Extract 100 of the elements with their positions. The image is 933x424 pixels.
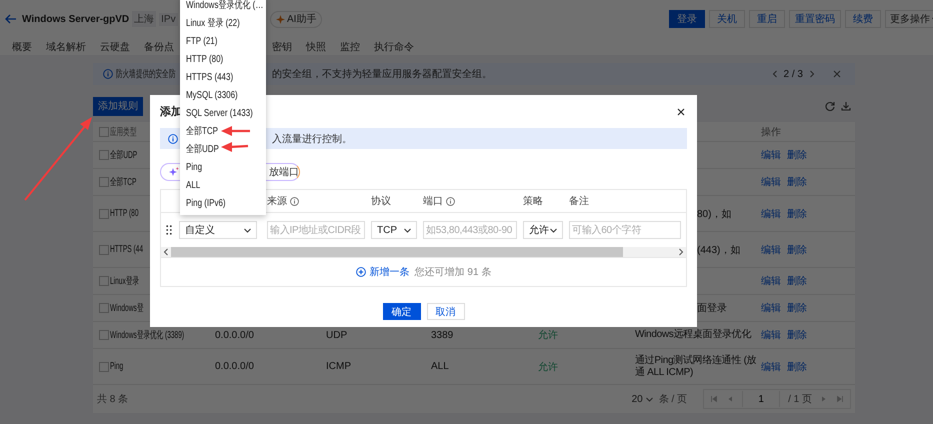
per-page-label: 条 / 页 xyxy=(658,393,688,406)
dropdown-option[interactable]: HTTP (80) xyxy=(186,54,224,64)
info-icon xyxy=(103,69,113,79)
row-action-link[interactable]: 删除 xyxy=(787,328,807,342)
previous-page-icon[interactable] xyxy=(726,395,734,403)
row-action-link[interactable]: 编辑 xyxy=(761,274,781,288)
table-cell-text: Windows登录优化 (3389) xyxy=(110,329,184,342)
sparkle-icon xyxy=(169,167,179,177)
drag-handle-icon[interactable] xyxy=(166,225,172,235)
chevron-right-icon[interactable] xyxy=(678,248,684,256)
table-cell: UDP xyxy=(326,330,348,340)
checkbox[interactable] xyxy=(99,150,109,160)
checkbox[interactable] xyxy=(99,303,109,313)
back-arrow-icon[interactable] xyxy=(5,14,17,24)
checkbox[interactable] xyxy=(99,208,109,218)
header-action-button[interactable]: 关机 xyxy=(709,10,745,28)
dropdown-option[interactable]: SQL Server (1433) xyxy=(186,108,253,118)
table-cell: 0.0.0.0/0 xyxy=(215,330,254,340)
nav-tab[interactable]: 云硬盘 xyxy=(100,40,130,54)
table-cell: 0.0.0.0/0 xyxy=(215,361,254,372)
table-cell: Ping xyxy=(110,361,124,372)
table-cell: HTTP (80 xyxy=(110,208,138,219)
dropdown-option[interactable]: 全部UDP xyxy=(186,142,219,156)
dropdown-option[interactable]: ALL xyxy=(186,180,200,190)
checkbox[interactable] xyxy=(99,244,109,254)
app-type-select[interactable]: 自定义 xyxy=(179,221,257,239)
nav-tab[interactable]: 域名解析 xyxy=(46,40,86,54)
annotation-arrow xyxy=(221,126,250,136)
checkbox[interactable] xyxy=(99,177,109,187)
table-cell-text: Windows登 xyxy=(110,302,144,315)
help-icon[interactable] xyxy=(446,196,455,206)
header-action-button[interactable]: 登录 xyxy=(669,10,705,28)
row-action-link[interactable]: 编辑 xyxy=(761,148,781,162)
total-count: 共 8 条 xyxy=(97,392,128,406)
dropdown-option[interactable]: Windows登录优化 (… xyxy=(186,0,264,12)
server-title: Windows Server-gpVD xyxy=(22,14,130,24)
ai-assistant-button[interactable]: AI助手 xyxy=(270,10,322,28)
nav-tab[interactable]: 监控 xyxy=(340,40,360,54)
caret-icon xyxy=(244,228,251,232)
policy-select[interactable]: 允许 xyxy=(523,221,563,239)
row-action-link[interactable]: 删除 xyxy=(787,206,807,220)
row-action-link[interactable]: 删除 xyxy=(787,360,807,374)
row-action-link[interactable]: 删除 xyxy=(787,274,807,288)
download-icon[interactable] xyxy=(841,101,851,111)
refresh-icon[interactable] xyxy=(825,101,835,111)
dropdown-option[interactable]: 全部TCP xyxy=(186,124,218,138)
notice-pager: 2 / 3 xyxy=(784,68,803,80)
checkbox[interactable] xyxy=(99,362,109,372)
table-cell-text: (443)，如 xyxy=(697,244,740,256)
row-action-link[interactable]: 编辑 xyxy=(761,242,781,256)
row-action-link[interactable]: 编辑 xyxy=(761,328,781,342)
row-action-link[interactable]: 删除 xyxy=(787,148,807,162)
last-page-icon[interactable] xyxy=(836,395,844,403)
remaining-count: 您还可增加 91 条 xyxy=(414,266,492,279)
dropdown-option[interactable]: Ping (IPv6) xyxy=(186,198,226,208)
next-page-icon[interactable] xyxy=(820,395,828,403)
dropdown-option[interactable]: FTP (21) xyxy=(186,36,218,46)
chevron-left-icon[interactable] xyxy=(772,70,778,78)
caret-icon xyxy=(550,228,557,232)
row-action-link[interactable]: 编辑 xyxy=(761,301,781,315)
add-rule-button[interactable]: 添加规则 xyxy=(93,96,143,116)
note-field[interactable]: 可输入60个字符 xyxy=(569,221,681,239)
row-action-link[interactable]: 删除 xyxy=(787,175,807,189)
first-page-icon[interactable] xyxy=(710,395,718,403)
dropdown-option[interactable]: MySQL (3306) xyxy=(186,90,238,100)
nav-tab[interactable]: 备份点 xyxy=(144,40,174,54)
nav-tab[interactable]: 执行命令 xyxy=(374,40,414,54)
dropdown-option[interactable]: Linux 登录 (22) xyxy=(186,16,240,30)
table-cell: ALL xyxy=(431,361,449,372)
row-action-link[interactable]: 编辑 xyxy=(761,360,781,374)
port-field[interactable]: 如53,80,443或80-90 xyxy=(423,221,517,239)
page-size-select[interactable]: 20 xyxy=(632,394,653,404)
row-action-link[interactable]: 删除 xyxy=(787,301,807,315)
header-action-button[interactable]: 续费 xyxy=(845,10,881,28)
confirm-button[interactable]: 确定 xyxy=(382,303,420,320)
checkbox[interactable] xyxy=(99,276,109,286)
row-action-link[interactable]: 删除 xyxy=(787,242,807,256)
dropdown-option[interactable]: Ping xyxy=(186,162,202,172)
dropdown-option[interactable]: HTTPS (443) xyxy=(186,72,234,82)
protocol-select[interactable]: TCP xyxy=(371,221,417,239)
nav-tab[interactable]: 密钥 xyxy=(272,40,292,54)
row-action-link[interactable]: 编辑 xyxy=(761,175,781,189)
source-field[interactable]: 输入IP地址或CIDR段 xyxy=(267,221,365,239)
scrollbar-thumb[interactable] xyxy=(171,247,623,257)
page-input[interactable]: 1 xyxy=(742,391,780,407)
cancel-button[interactable]: 取消 xyxy=(426,303,464,320)
chevron-left-icon[interactable] xyxy=(163,248,169,256)
nav-tab[interactable]: 概要 xyxy=(12,40,32,54)
header-action-button[interactable]: 重置密码 xyxy=(789,10,841,28)
close-icon[interactable] xyxy=(677,108,685,116)
checkbox[interactable] xyxy=(99,330,109,340)
add-row-link[interactable]: 新增一条 xyxy=(356,265,410,279)
header-action-button[interactable]: 重启 xyxy=(749,10,785,28)
table-cell: Windows远程桌面登录优化 xyxy=(635,329,752,341)
chevron-right-icon[interactable] xyxy=(809,70,815,78)
nav-tab[interactable]: 快照 xyxy=(306,40,326,54)
checkbox[interactable] xyxy=(99,126,109,136)
row-action-link[interactable]: 编辑 xyxy=(761,206,781,220)
more-actions-button[interactable]: 更多操作 xyxy=(885,10,933,28)
help-icon[interactable] xyxy=(290,196,299,206)
